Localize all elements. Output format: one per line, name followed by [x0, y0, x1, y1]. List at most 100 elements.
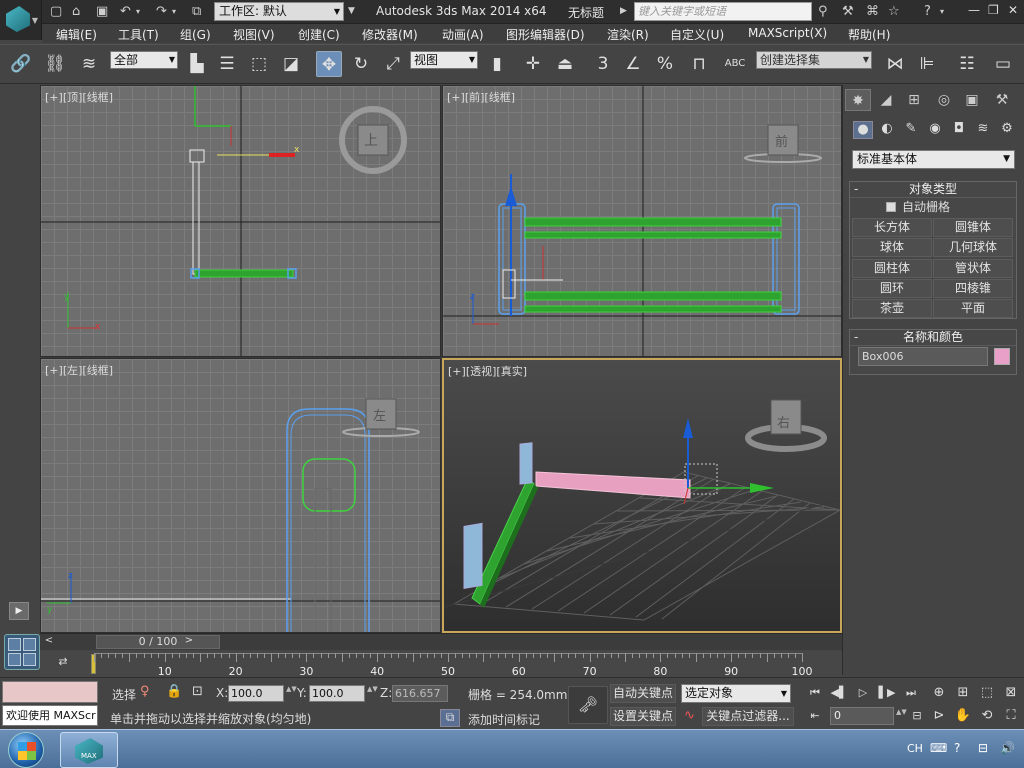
pyramid-button[interactable]: 四棱锥 — [933, 279, 1013, 298]
go-to-end-icon[interactable]: ⏭ — [902, 684, 920, 701]
viewcube-face-label[interactable]: 上 — [364, 130, 378, 150]
set-key-button[interactable]: 设置关键点 — [610, 707, 676, 726]
viewport-pov-menu[interactable]: [前] — [465, 91, 485, 104]
zoom-extents-all-icon[interactable]: ⊠ — [1002, 684, 1020, 702]
motion-tab-icon[interactable]: ◎ — [931, 89, 957, 111]
select-and-link-icon[interactable]: 🔗 — [8, 51, 34, 77]
viewport-shading-menu[interactable]: [线框] — [82, 364, 113, 377]
spinner-arrows-icon[interactable]: ▲▼ — [367, 685, 378, 702]
zoom-icon[interactable]: ⊕ — [930, 684, 948, 702]
space-warps-category-icon[interactable]: ≋ — [973, 121, 993, 139]
open-file-icon[interactable]: ⌂ — [72, 3, 80, 20]
select-and-manipulate-icon[interactable]: ✛ — [520, 51, 546, 77]
modify-tab-icon[interactable]: ◢ — [873, 89, 899, 111]
communication-center-icon[interactable]: ⚒ — [842, 3, 854, 20]
layer-manager-icon[interactable]: ☷ — [954, 51, 980, 77]
menu-create[interactable]: 创建(C) — [298, 26, 340, 43]
isolate-selection-icon[interactable]: ♀ — [140, 684, 150, 699]
cylinder-button[interactable]: 圆柱体 — [852, 259, 932, 278]
viewport-shading-menu[interactable]: [线框] — [484, 91, 515, 104]
help-icon[interactable]: ? — [924, 3, 931, 20]
orbit-icon[interactable]: ⟲ — [978, 707, 996, 725]
viewport-perspective[interactable]: [+][透视][真实] 右 — [442, 358, 842, 633]
select-and-rotate-icon[interactable]: ↻ — [348, 51, 374, 77]
zoom-all-icon[interactable]: ⊞ — [954, 684, 972, 702]
spinner-arrows-icon[interactable]: ▲▼ — [896, 708, 907, 725]
select-object-icon[interactable]: ▙ — [184, 51, 210, 77]
volume-icon[interactable]: 🔊 — [1000, 741, 1015, 755]
systems-category-icon[interactable]: ⚙ — [997, 121, 1017, 139]
display-tab-icon[interactable]: ▣ — [959, 89, 985, 111]
project-folder-icon[interactable]: ⧉ — [192, 3, 201, 20]
mini-curve-editor-toggle-icon[interactable]: ⇄ — [52, 655, 74, 671]
redo-dropdown-icon[interactable]: ▾ — [172, 3, 176, 20]
select-and-scale-icon[interactable]: ⤢ — [380, 51, 406, 77]
percent-snap-icon[interactable]: % — [652, 51, 678, 77]
autogrid-checkbox[interactable]: 自动栅格 — [850, 198, 1016, 216]
add-time-tag-button[interactable]: 添加时间标记 — [468, 711, 540, 728]
restore-button[interactable]: ❐ — [988, 3, 999, 17]
save-file-icon[interactable]: ▣ — [96, 3, 108, 20]
favorites-star-icon[interactable]: ☆ — [888, 3, 900, 20]
viewport-shading-menu[interactable]: [真实] — [496, 365, 527, 378]
viewcube-face-label[interactable]: 右 — [777, 412, 790, 431]
time-slider[interactable]: < 0 / 100 > — [40, 633, 842, 650]
reference-coordinate-dropdown[interactable]: 视图 ▼ — [410, 51, 478, 69]
menu-tools[interactable]: 工具(T) — [118, 26, 159, 43]
window-crossing-icon[interactable]: ◪ — [278, 51, 304, 77]
create-tab-icon[interactable]: ✸ — [845, 89, 871, 111]
shapes-category-icon[interactable]: ◐ — [877, 121, 897, 139]
name-and-color-rollout-header[interactable]: - 名称和颜色 — [850, 330, 1016, 346]
geosphere-button[interactable]: 几何球体 — [933, 238, 1013, 257]
menu-edit[interactable]: 编辑(E) — [56, 26, 97, 43]
object-type-rollout-header[interactable]: - 对象类型 — [850, 182, 1016, 198]
viewport-plus-menu[interactable]: [+] — [448, 365, 466, 378]
primitive-category-dropdown[interactable]: 标准基本体 ▼ — [852, 150, 1015, 169]
utilities-tab-icon[interactable]: ⚒ — [989, 89, 1015, 111]
select-and-move-icon[interactable]: ✥ — [316, 51, 342, 77]
tube-button[interactable]: 管状体 — [933, 259, 1013, 278]
auto-key-button[interactable]: 自动关键点 — [610, 684, 676, 703]
play-icon[interactable]: ▷ — [854, 684, 872, 701]
viewport-label[interactable]: [+][前][线框] — [447, 89, 515, 105]
named-selection-sets-dropdown[interactable]: 创建选择集 ▼ — [756, 51, 872, 69]
viewport-pov-menu[interactable]: [左] — [63, 364, 83, 377]
viewport-left[interactable]: [+][左][线框] z y 左 — [40, 358, 441, 633]
set-key-icon[interactable]: 🗝 — [568, 686, 608, 724]
viewport-label[interactable]: [+][左][线框] — [45, 362, 113, 378]
z-coordinate-field[interactable]: 616.657 — [392, 685, 448, 702]
spinner-arrows-icon[interactable]: ▲▼ — [286, 685, 297, 702]
key-filters-button[interactable]: 关键点过滤器... — [702, 707, 794, 726]
align-icon[interactable]: ⊫ — [914, 51, 940, 77]
mirror-icon[interactable]: ⋈ — [882, 51, 908, 77]
track-bar[interactable]: ⇄ 10 20 30 40 50 60 70 80 90 100 — [40, 651, 842, 678]
key-mode-toggle-icon[interactable]: ⇤ — [806, 707, 824, 724]
pivot-point-center-icon[interactable]: ▮ — [484, 51, 510, 77]
keyboard-shortcut-override-icon[interactable]: ⏏ — [552, 51, 578, 77]
x-coordinate-field[interactable]: 100.0 — [228, 685, 284, 702]
menu-customize[interactable]: 自定义(U) — [670, 26, 724, 43]
expand-viewport-play-icon[interactable]: ▶ — [9, 602, 29, 620]
redo-icon[interactable]: ↷ — [156, 3, 167, 20]
customize-qat-icon[interactable]: ▼ — [348, 3, 355, 20]
object-name-field[interactable]: Box006 — [858, 347, 988, 366]
maxscript-listener-output[interactable] — [2, 681, 98, 703]
workspace-dropdown[interactable]: 工作区: 默认 ▼ — [214, 2, 344, 21]
go-to-start-icon[interactable]: ⏮ — [806, 684, 824, 701]
teapot-button[interactable]: 茶壶 — [852, 299, 932, 318]
cone-button[interactable]: 圆锥体 — [933, 218, 1013, 237]
selection-filter-dropdown[interactable]: 全部 ▼ — [110, 51, 178, 69]
maximize-viewport-toggle-icon[interactable]: ⛶ — [1002, 707, 1020, 725]
previous-frame-icon[interactable]: ◀▌ — [830, 684, 848, 701]
menu-graph-editors[interactable]: 图形编辑器(D) — [506, 26, 585, 43]
menu-help[interactable]: 帮助(H) — [848, 26, 890, 43]
time-configuration-icon[interactable]: ⊟ — [908, 707, 926, 724]
viewport-plus-menu[interactable]: [+] — [45, 364, 63, 377]
field-of-view-icon[interactable]: ⊳ — [930, 707, 948, 725]
current-frame-field[interactable]: 0 — [830, 707, 894, 725]
graphite-ribbon-icon[interactable]: ▭ — [990, 51, 1016, 77]
subscription-icon[interactable]: ⌘ — [866, 3, 879, 20]
lights-category-icon[interactable]: ✎ — [901, 121, 921, 139]
viewport-plus-menu[interactable]: [+] — [45, 91, 63, 104]
cameras-category-icon[interactable]: ◉ — [925, 121, 945, 139]
